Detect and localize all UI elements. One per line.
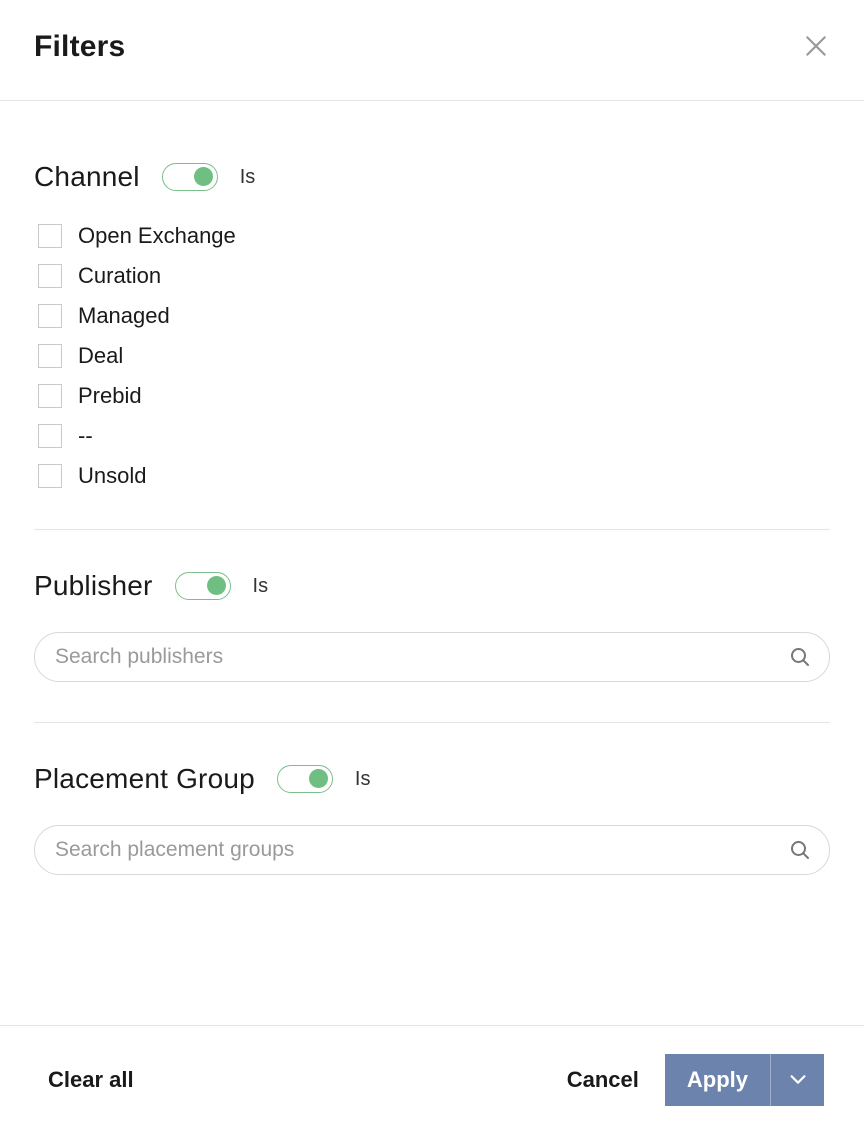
checkbox-label: Prebid (78, 383, 142, 409)
placement-group-toggle-label: Is (355, 768, 371, 791)
checkbox-label: Open Exchange (78, 223, 236, 249)
section-placement-group-head: Placement Group Is (34, 763, 830, 795)
chevron-down-icon (787, 1068, 809, 1093)
close-icon (803, 33, 829, 62)
placement-group-search-input[interactable] (34, 825, 830, 875)
placement-group-search-wrap (34, 825, 830, 875)
channel-option: Deal (38, 343, 830, 369)
publisher-search-wrap (34, 632, 830, 682)
panel-footer: Clear all Cancel Apply (0, 1025, 864, 1134)
toggle-knob (207, 576, 226, 595)
checkbox-label: Unsold (78, 463, 146, 489)
section-publisher: Publisher Is (34, 570, 830, 723)
publisher-toggle-label: Is (253, 575, 269, 598)
channel-option: Open Exchange (38, 223, 830, 249)
filters-panel: Filters Channel Is (0, 0, 864, 1134)
channel-option: -- (38, 423, 830, 449)
checkbox[interactable] (38, 424, 62, 448)
channel-option: Managed (38, 303, 830, 329)
checkbox[interactable] (38, 264, 62, 288)
section-placement-group: Placement Group Is (34, 763, 830, 915)
publisher-toggle[interactable] (175, 572, 231, 600)
checkbox[interactable] (38, 304, 62, 328)
checkbox-label: Deal (78, 343, 123, 369)
checkbox-label: Managed (78, 303, 170, 329)
channel-option: Curation (38, 263, 830, 289)
apply-dropdown-button[interactable] (770, 1054, 824, 1106)
channel-option: Unsold (38, 463, 830, 489)
checkbox[interactable] (38, 224, 62, 248)
checkbox-label: Curation (78, 263, 161, 289)
publisher-search-input[interactable] (34, 632, 830, 682)
section-channel: Channel Is Open Exchange Curation Manage… (34, 161, 830, 530)
channel-options: Open Exchange Curation Managed Deal Preb… (34, 223, 830, 489)
panel-body: Channel Is Open Exchange Curation Manage… (0, 101, 864, 1025)
channel-toggle[interactable] (162, 163, 218, 191)
placement-group-toggle[interactable] (277, 765, 333, 793)
channel-toggle-label: Is (240, 166, 256, 189)
clear-all-button[interactable]: Clear all (48, 1067, 134, 1093)
channel-option: Prebid (38, 383, 830, 409)
section-publisher-title: Publisher (34, 570, 153, 602)
checkbox[interactable] (38, 464, 62, 488)
toggle-knob (194, 167, 213, 186)
checkbox[interactable] (38, 344, 62, 368)
close-button[interactable] (802, 33, 830, 61)
section-placement-group-title: Placement Group (34, 763, 255, 795)
apply-button[interactable]: Apply (665, 1054, 770, 1106)
checkbox[interactable] (38, 384, 62, 408)
footer-actions: Cancel Apply (567, 1054, 824, 1106)
panel-title: Filters (34, 30, 125, 64)
checkbox-label: -- (78, 423, 93, 449)
toggle-knob (309, 769, 328, 788)
section-channel-head: Channel Is (34, 161, 830, 193)
apply-button-group: Apply (665, 1054, 824, 1106)
section-publisher-head: Publisher Is (34, 570, 830, 602)
cancel-button[interactable]: Cancel (567, 1067, 639, 1093)
panel-header: Filters (0, 0, 864, 101)
section-channel-title: Channel (34, 161, 140, 193)
